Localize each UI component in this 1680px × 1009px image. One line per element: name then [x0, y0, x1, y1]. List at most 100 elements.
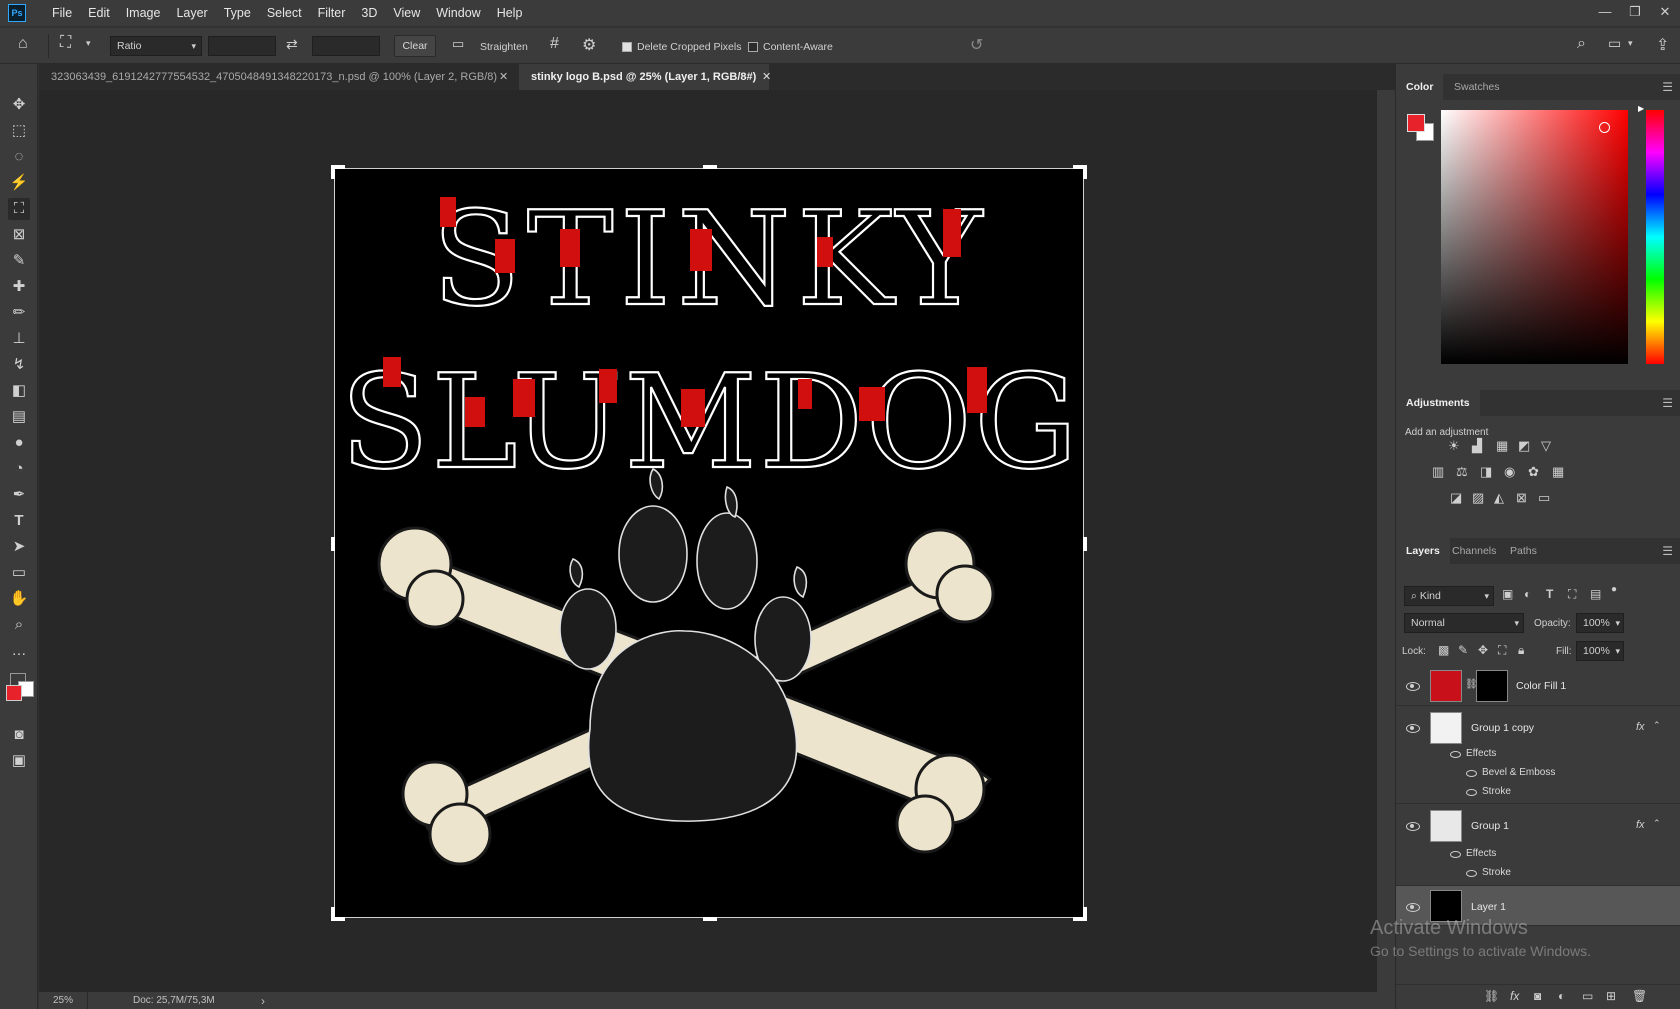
share-icon[interactable]: ⇪	[1656, 35, 1669, 55]
crop-tool-preset-icon[interactable]: ⛶	[60, 34, 71, 52]
straighten-icon[interactable]: ▭	[452, 36, 464, 52]
filter-shape-icon[interactable]: ⛶	[1568, 587, 1576, 602]
gradient-map-icon[interactable]: ▭	[1538, 490, 1550, 506]
collapse-effects-icon[interactable]: ⌃	[1653, 720, 1661, 731]
tab-color[interactable]: Color	[1396, 74, 1444, 100]
crop-handle-bottom-right[interactable]	[1083, 907, 1087, 921]
chevron-down-icon[interactable]: ▾	[86, 38, 91, 49]
visibility-eye-icon[interactable]	[1450, 851, 1461, 858]
crop-handle-top-left[interactable]	[331, 165, 335, 179]
menu-window[interactable]: Window	[428, 0, 488, 26]
width-input[interactable]	[208, 36, 276, 56]
color-balance-icon[interactable]: ⚖	[1456, 464, 1468, 480]
delete-layer-icon[interactable]: 🗑︎	[1632, 989, 1647, 1003]
panel-menu-icon[interactable]: ☰	[1662, 544, 1673, 558]
dodge-tool-icon[interactable]: ◔	[8, 458, 30, 480]
vertical-scrollbar[interactable]	[1377, 90, 1395, 992]
search-icon[interactable]: ⌕	[1577, 35, 1586, 53]
add-mask-icon[interactable]: ◙	[1534, 989, 1541, 1003]
lock-transparent-icon[interactable]: ▩	[1438, 643, 1449, 657]
menu-image[interactable]: Image	[118, 0, 169, 26]
fill-input[interactable]: 100% ▾	[1576, 641, 1624, 661]
fx-badge[interactable]: fx	[1636, 819, 1645, 831]
filter-smart-object-icon[interactable]: ▤	[1590, 587, 1601, 601]
gradient-tool-icon[interactable]: ▤	[8, 406, 30, 428]
eyedropper-tool-icon[interactable]: ✎	[8, 250, 30, 272]
channel-mixer-icon[interactable]: ✿	[1528, 464, 1539, 480]
crop-handle-top-right[interactable]	[1083, 165, 1087, 179]
straighten-label[interactable]: Straighten	[480, 41, 528, 53]
hue-slider[interactable]	[1646, 110, 1664, 364]
crop-handle-bottom-left[interactable]	[331, 907, 335, 921]
menu-file[interactable]: File	[44, 0, 80, 26]
visibility-eye-icon[interactable]	[1466, 789, 1477, 796]
blend-mode-select[interactable]: Normal ▾	[1404, 613, 1524, 633]
clear-button[interactable]: Clear	[394, 35, 436, 57]
crop-handle-right[interactable]	[1083, 537, 1087, 551]
layer-name[interactable]: Layer 1	[1471, 901, 1506, 913]
reset-icon[interactable]: ↺	[970, 35, 983, 55]
tab-paths[interactable]: Paths	[1500, 538, 1547, 564]
color-picker-cursor[interactable]	[1599, 122, 1610, 133]
lasso-tool-icon[interactable]: ◌	[8, 146, 30, 168]
menu-type[interactable]: Type	[216, 0, 259, 26]
healing-brush-tool-icon[interactable]: ✚	[8, 276, 30, 298]
home-icon[interactable]: ⌂	[18, 35, 28, 53]
lock-position-icon[interactable]: ✥	[1478, 643, 1488, 657]
zoom-tool-icon[interactable]: ⌕	[8, 614, 30, 636]
filter-type-icon[interactable]: T	[1546, 587, 1553, 601]
hand-tool-icon[interactable]: ✋	[8, 588, 30, 610]
foreground-color-chip[interactable]	[6, 685, 22, 701]
panel-menu-icon[interactable]: ☰	[1662, 396, 1673, 410]
eraser-tool-icon[interactable]: ◧	[8, 380, 30, 402]
close-button[interactable]: ✕	[1650, 0, 1680, 26]
new-layer-icon[interactable]: ⊞	[1606, 989, 1616, 1003]
layer-name[interactable]: Color Fill 1	[1516, 680, 1566, 692]
menu-edit[interactable]: Edit	[80, 0, 118, 26]
delete-cropped-checkbox[interactable]	[622, 42, 632, 52]
layer-name[interactable]: Group 1	[1471, 820, 1509, 832]
canvas-area[interactable]: STINKY SLUMDOG	[39, 90, 1377, 992]
layer-name[interactable]: Group 1 copy	[1471, 722, 1534, 734]
menu-help[interactable]: Help	[489, 0, 531, 26]
new-group-icon[interactable]: ▭	[1582, 989, 1593, 1003]
close-icon[interactable]: ✕	[762, 64, 771, 90]
blur-tool-icon[interactable]: ●	[8, 432, 30, 454]
black-white-icon[interactable]: ◨	[1480, 464, 1492, 480]
curves-icon[interactable]: ▦	[1496, 438, 1508, 454]
vibrance-icon[interactable]: ▽	[1541, 438, 1551, 454]
add-style-icon[interactable]: fx	[1510, 989, 1519, 1003]
menu-view[interactable]: View	[385, 0, 428, 26]
panel-menu-icon[interactable]: ☰	[1662, 80, 1673, 94]
visibility-eye-icon[interactable]	[1406, 822, 1420, 831]
marquee-tool-icon[interactable]: ⬚	[8, 120, 30, 142]
hue-saturation-icon[interactable]: ▥	[1432, 464, 1444, 480]
path-selection-tool-icon[interactable]: ➤	[8, 536, 30, 558]
menu-layer[interactable]: Layer	[168, 0, 215, 26]
visibility-eye-icon[interactable]	[1406, 724, 1420, 733]
filter-pixel-icon[interactable]: ▣	[1502, 587, 1513, 601]
tab-swatches[interactable]: Swatches	[1444, 74, 1510, 100]
visibility-eye-icon[interactable]	[1466, 870, 1477, 877]
swap-icon[interactable]: ⇄	[286, 36, 298, 53]
lock-pixels-icon[interactable]: ✎	[1458, 643, 1468, 657]
visibility-eye-icon[interactable]	[1406, 903, 1420, 912]
photo-filter-icon[interactable]: ◉	[1504, 464, 1515, 480]
history-brush-tool-icon[interactable]: ↯	[8, 354, 30, 376]
layer-row[interactable]: Group 1 copy fx ⌃ Effects Bevel & Emboss…	[1396, 706, 1680, 804]
workspace-icon[interactable]: ▭	[1608, 35, 1621, 52]
color-foreground-swatch[interactable]	[1407, 114, 1425, 132]
opacity-input[interactable]: 100% ▾	[1576, 613, 1624, 633]
type-tool-icon[interactable]: T	[8, 510, 30, 532]
pen-tool-icon[interactable]: ✒	[8, 484, 30, 506]
selective-color-icon[interactable]: ⊠	[1516, 490, 1527, 506]
minimize-button[interactable]: —	[1590, 0, 1620, 26]
crop-handle-top[interactable]	[703, 165, 717, 169]
effect-name[interactable]: Stroke	[1482, 786, 1511, 797]
more-tools-icon[interactable]: …	[8, 640, 30, 662]
layer-row[interactable]: ⛓ Color Fill 1	[1396, 666, 1680, 706]
menu-filter[interactable]: Filter	[310, 0, 354, 26]
tab-adjustments[interactable]: Adjustments	[1396, 390, 1480, 416]
status-menu-arrow[interactable]: ›	[261, 994, 265, 1008]
new-adjustment-icon[interactable]: ◐	[1558, 989, 1565, 1003]
